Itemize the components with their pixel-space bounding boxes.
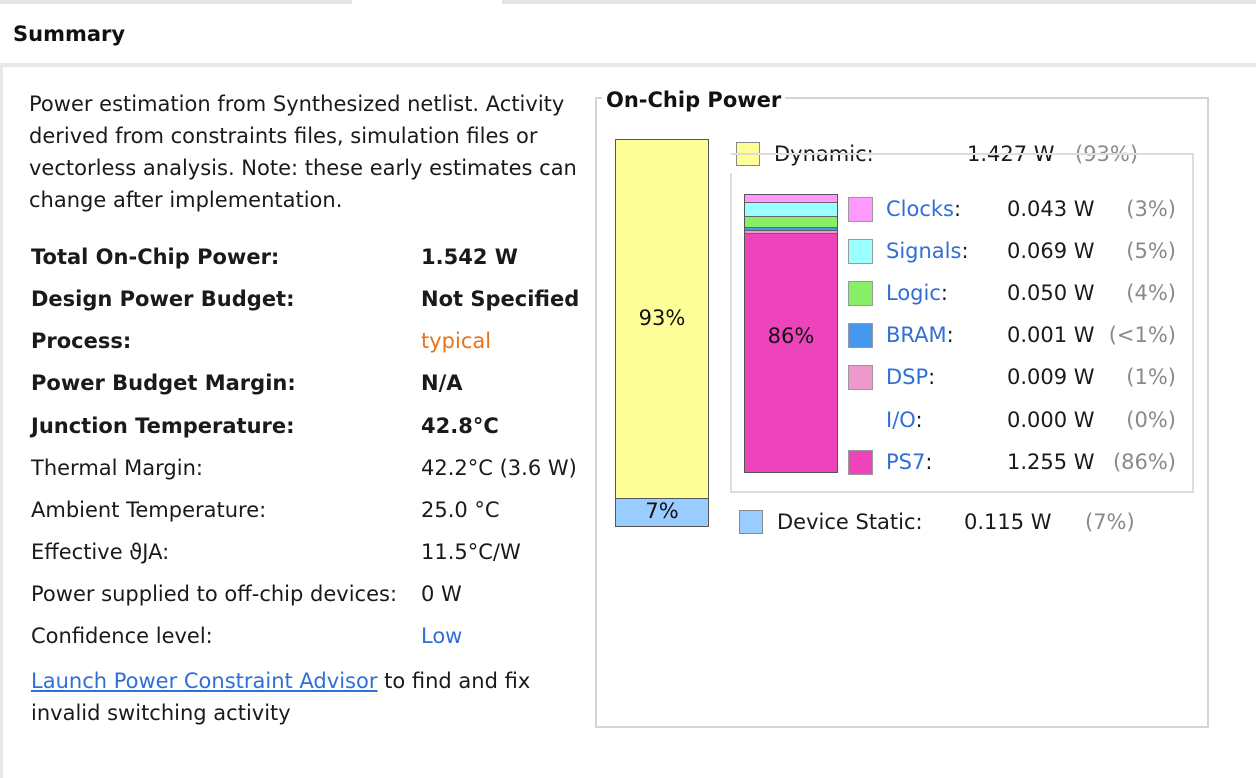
left-border: [0, 67, 3, 778]
component-value: 0.050 W: [1007, 281, 1095, 305]
component-pct: (0%): [1126, 408, 1176, 432]
static-label: Device Static:: [777, 510, 923, 534]
header-divider: [0, 63, 1256, 67]
row-label: Ambient Temperature:: [31, 498, 267, 522]
static-value: 0.115 W: [964, 510, 1052, 534]
component-sep: :: [940, 281, 948, 305]
row-label: Power supplied to off-chip devices:: [31, 582, 398, 606]
breakdown-segment-logic: [745, 217, 837, 228]
component-link[interactable]: PS7: [886, 450, 925, 474]
component-name: PS7:: [886, 448, 932, 476]
component-pct: (5%): [1126, 239, 1176, 263]
static-swatch: [739, 510, 763, 534]
component-sep: :: [946, 323, 954, 347]
component-link[interactable]: Signals: [886, 239, 961, 263]
component-pct: (<1%): [1108, 323, 1176, 347]
component-name: DSP:: [886, 363, 935, 391]
component-value: 0.069 W: [1007, 239, 1095, 263]
ps7-bar-label: 86%: [767, 324, 815, 349]
component-sep: :: [915, 408, 923, 432]
component-pct: (1%): [1126, 365, 1176, 389]
row-value: Not Specified: [421, 287, 580, 311]
row-label: Power Budget Margin:: [31, 371, 296, 395]
advisor-text: Launch Power Constraint Advisor to find …: [31, 665, 591, 729]
component-link[interactable]: Clocks: [886, 197, 954, 221]
row-value: 42.2°C (3.6 W): [421, 456, 577, 480]
component-pct: (4%): [1126, 281, 1176, 305]
component-name: Logic:: [886, 279, 948, 307]
component-value: 0.009 W: [1007, 365, 1095, 389]
dynamic-bar-segment: 93%: [616, 140, 708, 499]
component-link[interactable]: DSP: [886, 365, 928, 389]
row-label: Total On-Chip Power:: [31, 245, 280, 269]
component-link[interactable]: Logic: [886, 281, 941, 305]
component-name: I/O:: [886, 406, 923, 434]
panel-title: On-Chip Power: [602, 88, 786, 112]
component-pct: (86%): [1112, 450, 1176, 474]
component-swatch: [848, 281, 873, 306]
static-bar-segment: 7%: [616, 499, 708, 526]
component-value: 0.001 W: [1007, 323, 1095, 347]
static-pct: (7%): [1085, 510, 1135, 534]
dynamic-breakdown-bar: 86%: [744, 194, 838, 473]
process-link[interactable]: typical: [421, 326, 491, 356]
breakdown-segment-clocks: [745, 195, 837, 203]
component-value: 0.043 W: [1007, 197, 1095, 221]
component-link[interactable]: BRAM: [886, 323, 947, 347]
row-label: Confidence level:: [31, 624, 213, 648]
dynamic-bar-label: 93%: [638, 305, 686, 330]
row-value: N/A: [421, 371, 463, 395]
component-link[interactable]: I/O: [886, 408, 915, 432]
dynamic-box-edge: [730, 173, 732, 493]
component-value: 1.255 W: [1007, 450, 1095, 474]
component-sep: :: [954, 197, 962, 221]
row-value: 11.5°C/W: [421, 540, 521, 564]
component-swatch: [848, 239, 873, 264]
row-label: Effective ϑJA:: [31, 540, 170, 564]
row-label: Junction Temperature:: [31, 414, 295, 438]
row-value: 42.8°C: [421, 414, 499, 438]
row-value: 1.542 W: [421, 245, 518, 269]
component-value: 0.000 W: [1007, 408, 1095, 432]
total-power-bar: 93% 7%: [615, 139, 709, 527]
row-label: Process:: [31, 329, 132, 353]
component-sep: :: [961, 239, 969, 263]
row-value: 0 W: [421, 582, 462, 606]
row-value: 25.0 °C: [421, 498, 500, 522]
breakdown-segment-ps7: 86%: [745, 234, 837, 472]
summary-header: Summary: [0, 4, 1256, 63]
static-legend: Device Static: 0.115 W (7%): [739, 508, 1149, 536]
row-label: Design Power Budget:: [31, 287, 295, 311]
page-title: Summary: [13, 22, 126, 46]
component-name: Signals:: [886, 237, 969, 265]
description-text: Power estimation from Synthesized netlis…: [29, 92, 577, 212]
confidence-link[interactable]: Low: [421, 621, 462, 651]
component-swatch: [848, 197, 873, 222]
component-swatch: [848, 323, 873, 348]
row-label: Thermal Margin:: [31, 456, 203, 480]
launch-advisor-link[interactable]: Launch Power Constraint Advisor: [31, 669, 377, 693]
static-bar-label: 7%: [645, 498, 679, 523]
component-swatch: [848, 450, 873, 475]
component-sep: :: [925, 450, 933, 474]
component-pct: (3%): [1126, 197, 1176, 221]
component-name: BRAM:: [886, 321, 954, 349]
component-sep: :: [928, 365, 936, 389]
breakdown-segment-signals: [745, 203, 837, 217]
component-swatch: [848, 365, 873, 390]
component-name: Clocks:: [886, 195, 961, 223]
